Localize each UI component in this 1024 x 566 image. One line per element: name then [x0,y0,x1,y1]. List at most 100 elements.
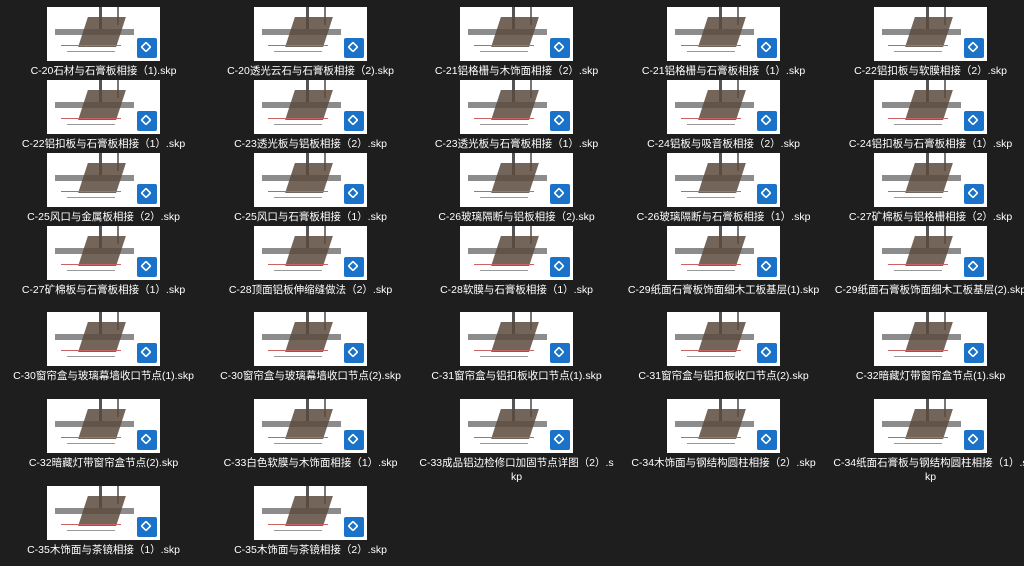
file-thumbnail[interactable] [460,226,573,280]
file-item[interactable]: C-29纸面石膏板饰面细木工板基层(2).skp [827,219,1024,297]
file-item[interactable]: C-23透光板与石膏板相接（1）.skp [413,73,620,151]
file-thumbnail[interactable] [47,312,160,366]
file-thumbnail[interactable] [460,7,573,61]
file-item[interactable]: C-29纸面石膏板饰面细木工板基层(1).skp [620,219,827,297]
file-item[interactable]: C-20石材与石膏板相接（1).skp [0,0,207,78]
file-thumbnail[interactable] [460,312,573,366]
file-thumbnail[interactable] [47,153,160,207]
file-thumbnail[interactable] [874,80,987,134]
thumbnail-drawing [894,356,942,357]
file-thumbnail[interactable] [254,312,367,366]
thumbnail-drawing [285,90,333,120]
thumbnail-drawing [78,163,126,193]
file-item[interactable]: C-30窗帘盒与玻璃幕墙收口节点(2).skp [207,305,414,383]
file-item[interactable]: C-23透光板与铝板相接（2）.skp [207,73,414,151]
file-item[interactable]: C-27矿棉板与铝格栅相接（2）.skp [827,146,1024,224]
file-item[interactable]: C-31窗帘盒与铝扣板收口节点(1).skp [413,305,620,383]
thumbnail-drawing [905,322,953,352]
file-name-label[interactable]: C-33白色软膜与木饰面相接（1）.skp [207,456,414,470]
file-item[interactable]: C-24铝扣板与石膏板相接（1）.skp [827,73,1024,151]
file-thumbnail[interactable] [254,80,367,134]
file-thumbnail[interactable] [47,486,160,540]
file-name-label[interactable]: C-33成品铝边检修口加固节点详图（2）.skp [413,456,620,484]
file-name-label[interactable]: C-31窗帘盒与铝扣板收口节点(1).skp [413,369,620,383]
file-thumbnail[interactable] [47,7,160,61]
file-name-label[interactable]: C-29纸面石膏板饰面细木工板基层(2).skp [827,283,1024,297]
file-name-label[interactable]: C-30窗帘盒与玻璃幕墙收口节点(2).skp [207,369,414,383]
thumbnail-drawing [698,163,746,193]
file-thumbnail[interactable] [460,399,573,453]
thumbnail-drawing [274,197,322,198]
file-item[interactable]: C-31窗帘盒与铝扣板收口节点(2).skp [620,305,827,383]
sketchup-icon [964,38,984,58]
file-thumbnail[interactable] [667,312,780,366]
file-item[interactable]: C-34纸面石膏板与钢结构圆柱相接（1）.skp [827,392,1024,484]
file-name-label[interactable]: C-34纸面石膏板与钢结构圆柱相接（1）.skp [827,456,1024,484]
file-thumbnail[interactable] [874,226,987,280]
file-thumbnail[interactable] [47,399,160,453]
file-item[interactable]: C-26玻璃隔断与铝板相接（2).skp [413,146,620,224]
sketchup-icon [757,257,777,277]
file-name-label[interactable]: C-32暗藏灯带窗帘盒节点(2).skp [0,456,207,470]
file-thumbnail[interactable] [254,399,367,453]
file-item[interactable]: C-21铝格栅与木饰面相接（2）.skp [413,0,620,78]
thumbnail-drawing [491,236,539,266]
file-item[interactable]: C-28顶面铝板伸缩缝做法（2）.skp [207,219,414,297]
file-item[interactable]: C-35木饰面与茶镜相接（2）.skp [207,479,414,557]
file-item[interactable]: C-22铝扣板与软膜相接（2）.skp [827,0,1024,78]
file-name-label[interactable]: C-31窗帘盒与铝扣板收口节点(2).skp [620,369,827,383]
file-thumbnail[interactable] [874,399,987,453]
file-thumbnail[interactable] [47,80,160,134]
file-thumbnail[interactable] [254,153,367,207]
file-item[interactable]: C-24铝板与吸音板相接（2）.skp [620,73,827,151]
file-name-label[interactable]: C-30窗帘盒与玻璃幕墙收口节点(1).skp [0,369,207,383]
file-item[interactable]: C-22铝扣板与石膏板相接（1）.skp [0,73,207,151]
file-thumbnail[interactable] [254,226,367,280]
file-thumbnail[interactable] [667,399,780,453]
file-thumbnail[interactable] [874,153,987,207]
thumbnail-drawing [285,409,333,439]
file-item[interactable]: C-32暗藏灯带窗帘盒节点(2).skp [0,392,207,470]
file-item[interactable]: C-35木饰面与茶镜相接（1）.skp [0,479,207,557]
thumbnail-drawing [681,191,741,192]
file-name-label[interactable]: C-29纸面石膏板饰面细木工板基层(1).skp [620,283,827,297]
file-thumbnail[interactable] [874,312,987,366]
file-item[interactable]: C-21铝格栅与石膏板相接（1）.skp [620,0,827,78]
file-thumbnail[interactable] [47,226,160,280]
file-item[interactable]: C-33白色软膜与木饰面相接（1）.skp [207,392,414,470]
file-item[interactable]: C-26玻璃隔断与石膏板相接（1）.skp [620,146,827,224]
file-name-label[interactable]: C-28顶面铝板伸缩缝做法（2）.skp [207,283,414,297]
file-thumbnail[interactable] [667,7,780,61]
file-name-label[interactable]: C-28软膜与石膏板相接（1）.skp [413,283,620,297]
thumbnail-drawing [78,409,126,439]
file-name-label[interactable]: C-35木饰面与茶镜相接（1）.skp [0,543,207,557]
file-name-label[interactable]: C-35木饰面与茶镜相接（2）.skp [207,543,414,557]
file-item[interactable]: C-32暗藏灯带窗帘盒节点(1).skp [827,305,1024,383]
file-item[interactable]: C-25风口与石膏板相接（1）.skp [207,146,414,224]
sketchup-icon [964,257,984,277]
file-thumbnail[interactable] [667,226,780,280]
sketchup-icon [550,430,570,450]
file-item[interactable]: C-28软膜与石膏板相接（1）.skp [413,219,620,297]
file-item[interactable]: C-20透光云石与石膏板相接（2).skp [207,0,414,78]
file-thumbnail[interactable] [667,80,780,134]
thumbnail-drawing [480,197,528,198]
file-thumbnail[interactable] [254,7,367,61]
file-item[interactable]: C-27矿棉板与石膏板相接（1）.skp [0,219,207,297]
thumbnail-drawing [681,45,741,46]
file-item[interactable]: C-33成品铝边检修口加固节点详图（2）.skp [413,392,620,484]
file-thumbnail[interactable] [460,153,573,207]
file-name-label[interactable]: C-32暗藏灯带窗帘盒节点(1).skp [827,369,1024,383]
file-item[interactable]: C-25风口与金属板相接（2）.skp [0,146,207,224]
file-name-label[interactable]: C-27矿棉板与石膏板相接（1）.skp [0,283,207,297]
file-item[interactable]: C-30窗帘盒与玻璃幕墙收口节点(1).skp [0,305,207,383]
thumbnail-drawing [491,322,539,352]
file-thumbnail[interactable] [667,153,780,207]
file-name-label[interactable]: C-34木饰面与钢结构圆柱相接（2）.skp [620,456,827,470]
file-thumbnail[interactable] [460,80,573,134]
file-thumbnail[interactable] [874,7,987,61]
file-thumbnail[interactable] [254,486,367,540]
file-item[interactable]: C-34木饰面与钢结构圆柱相接（2）.skp [620,392,827,470]
sketchup-icon [137,430,157,450]
sketchup-icon [137,343,157,363]
